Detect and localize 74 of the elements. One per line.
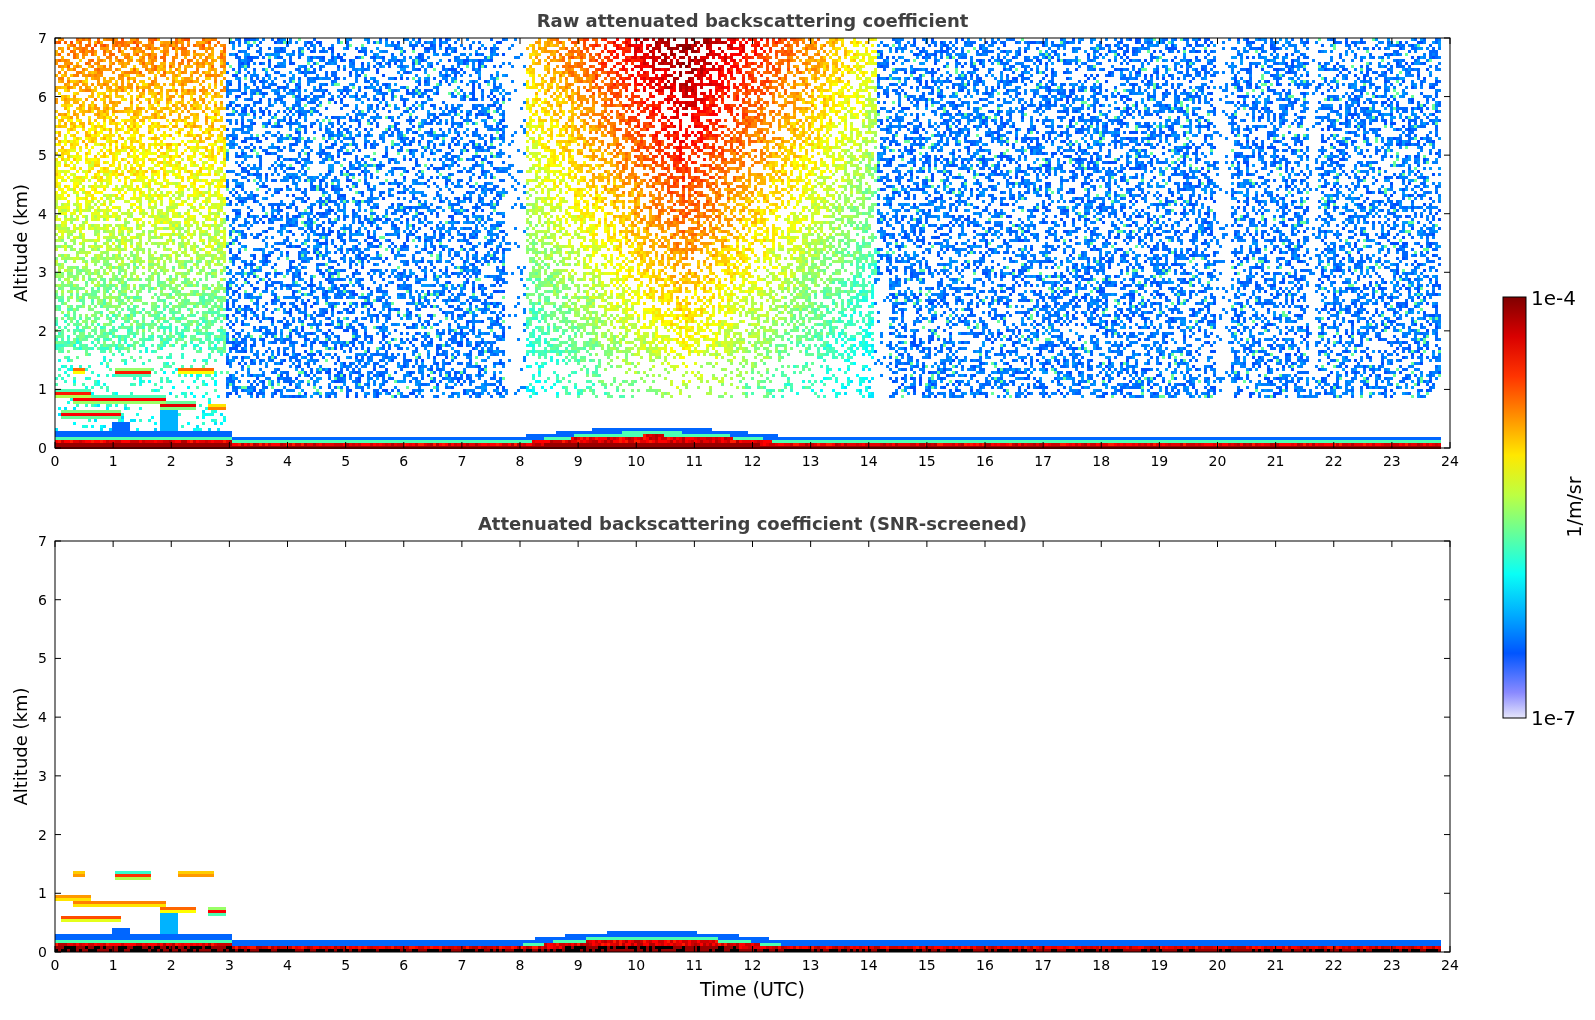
tick-label: 15 (917, 957, 936, 973)
tick-label: 2 (38, 826, 47, 843)
tick-label: 17 (1034, 453, 1053, 469)
tick-label: 24 (1441, 957, 1459, 973)
axis-label: Altitude (km) (10, 183, 31, 303)
tick-label: 1 (38, 381, 47, 398)
tick-label: 15 (917, 453, 936, 469)
tick-label: 14 (859, 453, 878, 469)
tick-label: 13 (801, 453, 820, 469)
chart-title: Attenuated backscattering coefficient (SNR-screened) (477, 513, 1028, 534)
tick-label: 5 (38, 147, 47, 164)
tick-label: 23 (1382, 453, 1401, 469)
tick-label: 9 (573, 957, 583, 973)
tick-label: 21 (1266, 957, 1285, 973)
tick-label: 10 (627, 453, 646, 469)
tick-label: 8 (515, 957, 525, 973)
tick-label: 10 (627, 957, 646, 973)
tick-label: 1 (38, 885, 47, 902)
tick-label: 4 (283, 453, 292, 469)
tick-label: 11 (685, 957, 704, 973)
tick-label: 20 (1208, 957, 1227, 973)
chart-title: Raw attenuated backscattering coefficient (536, 10, 969, 31)
tick-label: 7 (38, 533, 47, 549)
tick-label: 9 (573, 453, 583, 469)
tick-label: 5 (341, 957, 351, 973)
tick-label: 4 (38, 205, 47, 222)
tick-label: 6 (38, 591, 47, 608)
tick-label: 12 (743, 957, 762, 973)
tick-label: 6 (399, 453, 409, 469)
tick-label: 12 (743, 453, 762, 469)
tick-label: 23 (1382, 957, 1401, 973)
tick-label: 7 (457, 957, 467, 973)
tick-label: 22 (1324, 957, 1343, 973)
colorbar-tick-label: 1e-4 (1531, 286, 1576, 310)
tick-label: 17 (1034, 957, 1053, 973)
tick-label: 18 (1092, 957, 1111, 973)
tick-label: 2 (166, 453, 176, 469)
tick-label: 11 (685, 453, 704, 469)
tick-label: 16 (976, 453, 994, 469)
tick-label: 24 (1441, 453, 1459, 469)
tick-label: 1 (108, 957, 118, 973)
tick-label: 2 (166, 957, 176, 973)
tick-label: 6 (399, 957, 409, 973)
tick-label: 19 (1150, 453, 1169, 469)
tick-label: 3 (38, 264, 47, 281)
axis-label: Altitude (km) (10, 687, 31, 806)
colorbar-tick-label: 1e-7 (1531, 706, 1576, 730)
tick-label: 0 (38, 440, 47, 456)
tick-label: 3 (38, 767, 47, 784)
tick-label: 13 (801, 957, 820, 973)
tick-label: 18 (1092, 453, 1111, 469)
tick-label: 3 (224, 453, 234, 469)
colorbar-label: 1/m/sr (1563, 476, 1585, 538)
tick-label: 3 (224, 957, 234, 973)
tick-label: 4 (38, 709, 47, 726)
tick-label: 20 (1208, 453, 1227, 469)
tick-label: 8 (515, 453, 525, 469)
tick-label: 5 (341, 453, 351, 469)
tick-label: 0 (50, 957, 60, 973)
tick-label: 6 (38, 88, 47, 105)
tick-label: 5 (38, 650, 47, 667)
tick-label: 7 (38, 30, 47, 46)
tick-label: 14 (859, 957, 878, 973)
axis-label: Time (UTC) (700, 978, 805, 1000)
tick-label: 0 (38, 944, 47, 960)
tick-label: 22 (1324, 453, 1343, 469)
tick-label: 16 (976, 957, 994, 973)
tick-label: 4 (283, 957, 292, 973)
tick-label: 2 (38, 322, 47, 339)
tick-label: 19 (1150, 957, 1169, 973)
tick-label: 1 (108, 453, 118, 469)
tick-label: 0 (50, 453, 60, 469)
tick-label: 21 (1266, 453, 1285, 469)
tick-label: 7 (457, 453, 467, 469)
